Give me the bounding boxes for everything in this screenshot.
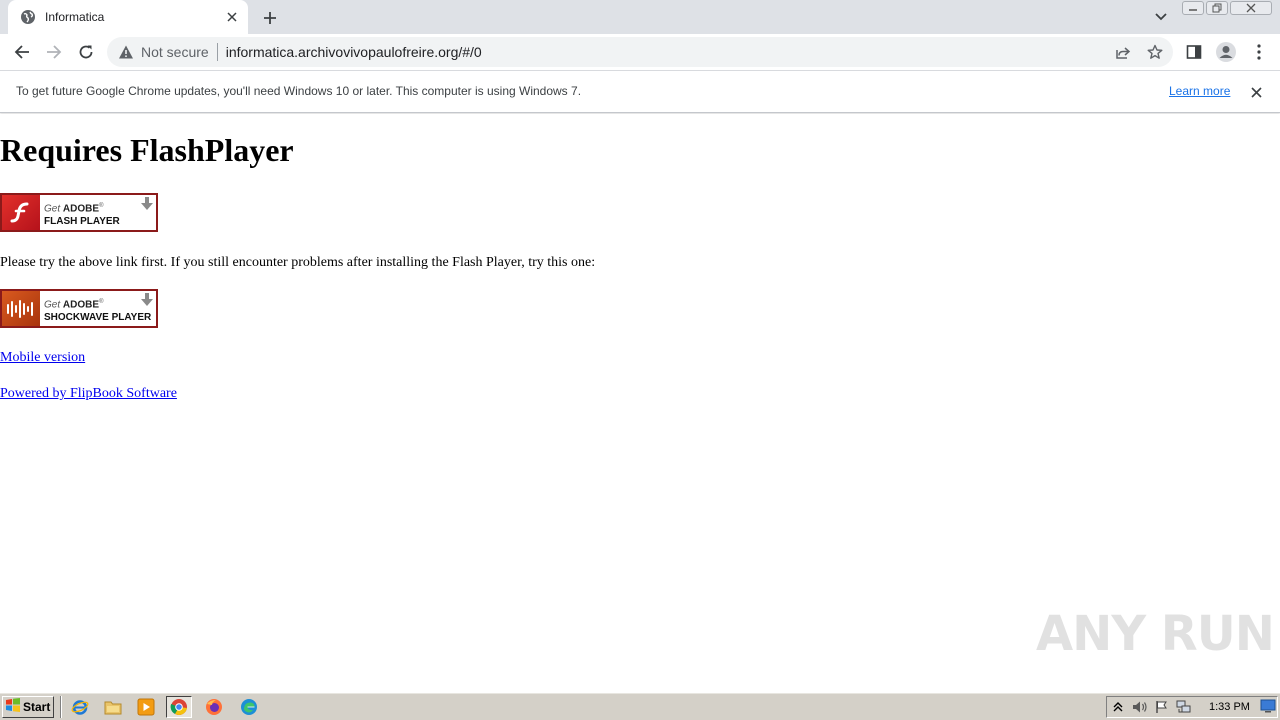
new-tab-icon[interactable] (259, 7, 281, 29)
omnibox-divider (216, 43, 218, 61)
action-center-flag-icon[interactable] (1151, 697, 1173, 717)
browser-toolbar: Not secure informatica.archivovivopaulof… (0, 34, 1280, 71)
windows-taskbar: Start 1:33 PM (0, 692, 1280, 720)
window-close-icon[interactable] (1230, 1, 1272, 15)
learn-more-link[interactable]: Learn more (1169, 84, 1230, 98)
mobile-version-link[interactable]: Mobile version (0, 350, 85, 366)
internet-explorer-icon[interactable] (67, 696, 93, 718)
restore-icon[interactable] (1206, 1, 1228, 15)
tab-search-chevron-icon[interactable] (1151, 8, 1171, 26)
url-text[interactable]: informatica.archivovivopaulofreire.org/#… (226, 44, 482, 60)
edge-icon[interactable] (236, 696, 262, 718)
flash-brand-mark: ® (99, 203, 104, 209)
flash-logo-icon (2, 195, 40, 230)
start-button[interactable]: Start (2, 696, 54, 718)
firefox-icon[interactable] (201, 696, 227, 718)
infobar-message: To get future Google Chrome updates, you… (16, 84, 582, 98)
reload-icon[interactable] (74, 40, 98, 64)
start-label: Start (23, 700, 51, 714)
shockwave-brand-text: ADOBE (62, 299, 100, 311)
powered-by-link[interactable]: Powered by FlipBook Software (0, 386, 177, 402)
flash-product-text: FLASH PLAYER (44, 216, 120, 228)
get-shockwave-player-button[interactable]: Get ADOBE® SHOCKWAVE PLAYER (0, 289, 158, 328)
tab-title: Informatica (45, 10, 105, 24)
show-desktop-icon[interactable] (1260, 698, 1276, 714)
share-icon[interactable] (1113, 42, 1133, 62)
chrome-update-infobar: To get future Google Chrome updates, you… (0, 71, 1280, 113)
taskbar-clock[interactable]: 1:33 PM (1209, 701, 1250, 713)
download-arrow-icon (141, 197, 153, 210)
instructions-text: Please try the above link first. If you … (0, 255, 596, 270)
forward-arrow-icon[interactable] (42, 40, 66, 64)
chrome-icon[interactable] (166, 696, 192, 718)
infobar-close-icon[interactable] (1247, 83, 1265, 101)
taskbar-separator (60, 696, 62, 718)
minimize-icon[interactable] (1182, 1, 1204, 15)
flash-get-text: Get (44, 203, 61, 215)
shockwave-get-text: Get (44, 299, 61, 311)
warning-triangle-icon[interactable] (118, 44, 134, 60)
get-flash-player-button[interactable]: Get ADOBE® FLASH PLAYER (0, 193, 158, 232)
download-arrow-icon (141, 293, 153, 306)
anyrun-watermark: ANY RUN (1036, 606, 1275, 662)
globe-icon (20, 9, 36, 25)
security-label[interactable]: Not secure (141, 44, 209, 60)
flash-brand-text: ADOBE (62, 203, 100, 215)
system-tray (1106, 696, 1278, 718)
windows-logo-icon (5, 697, 21, 717)
back-arrow-icon[interactable] (10, 40, 34, 64)
tab-informatica[interactable]: Informatica (8, 0, 248, 34)
network-icon[interactable] (1173, 697, 1195, 717)
shockwave-brand-mark: ® (99, 299, 104, 305)
tab-close-icon[interactable] (224, 9, 240, 25)
menu-kebab-icon[interactable] (1247, 40, 1271, 64)
media-player-icon[interactable] (133, 696, 159, 718)
shockwave-product-text: SHOCKWAVE PLAYER (44, 312, 152, 324)
profile-avatar-icon[interactable] (1214, 40, 1238, 64)
side-panel-icon[interactable] (1182, 40, 1206, 64)
window-controls (1182, 1, 1272, 15)
bookmark-star-icon[interactable] (1145, 42, 1165, 62)
volume-icon[interactable] (1129, 697, 1151, 717)
page-title: Requires FlashPlayer (0, 132, 294, 168)
tab-strip: Informatica (0, 0, 1280, 34)
address-bar[interactable]: Not secure informatica.archivovivopaulof… (107, 37, 1173, 67)
tray-expand-icon[interactable] (1107, 697, 1129, 717)
shockwave-logo-icon (2, 291, 40, 326)
file-explorer-icon[interactable] (100, 696, 126, 718)
